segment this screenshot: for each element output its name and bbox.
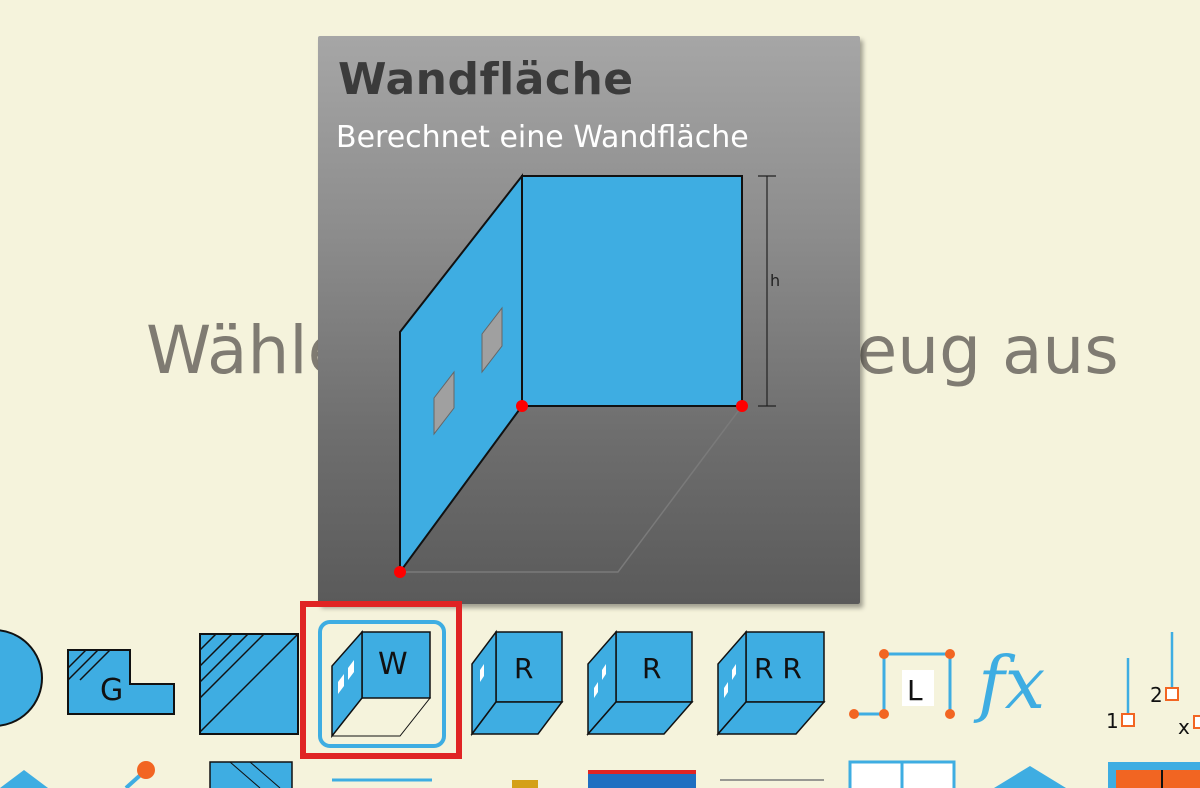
svg-text:1: 1 <box>1106 709 1119 733</box>
toolbar-row-2 <box>0 760 1200 788</box>
g-label: G <box>100 673 123 708</box>
room-windows-cube-icon: R <box>586 630 694 736</box>
two-rooms-tool[interactable]: R R <box>716 630 828 740</box>
height-label: h <box>770 271 780 290</box>
numbered-points-icon: 1 2 x <box>1106 632 1200 739</box>
triangle-tool-icon <box>0 770 48 788</box>
back-wall <box>521 175 743 407</box>
wall-area-illustration: h <box>394 173 780 578</box>
wall-icon: W <box>318 620 446 748</box>
room-windows-tool[interactable]: R <box>586 630 696 740</box>
room-tool[interactable]: R <box>470 629 566 740</box>
l-length-icon: L <box>849 649 955 719</box>
w-label: W <box>378 647 408 682</box>
r-label: R <box>642 652 661 685</box>
wall-area-tool[interactable]: W <box>318 620 446 748</box>
numbered-points-tool[interactable]: 1 2 x <box>1102 630 1200 740</box>
stairs-tool-icon <box>209 761 293 788</box>
l-length-tool[interactable]: L <box>846 646 960 722</box>
yellow-tool-icon <box>512 780 538 788</box>
hatched-area-tool[interactable] <box>198 632 300 736</box>
tool-tooltip: Wandfläche Berechnet eine Wandfläche h <box>318 36 860 604</box>
fx-label: fx <box>973 641 1045 725</box>
hatched-square-icon <box>199 633 299 735</box>
circle-area-tool[interactable] <box>0 624 50 727</box>
svg-text:2: 2 <box>1150 683 1163 707</box>
two-rooms-cube-icon: R R <box>716 630 826 736</box>
side-wall <box>399 173 523 576</box>
corner-point <box>394 566 406 578</box>
g-shape-tool[interactable]: G <box>66 648 178 718</box>
g-shape-icon: G <box>67 649 175 715</box>
fx-icon: fx <box>973 641 1045 725</box>
r-label: R <box>514 652 533 685</box>
roof-tool-icon <box>994 766 1066 788</box>
svg-text:x: x <box>1178 715 1190 739</box>
room-cube-icon: R <box>470 629 564 737</box>
corner-point <box>516 400 528 412</box>
l-label: L <box>907 674 923 707</box>
circle-icon <box>0 629 43 727</box>
formula-tool[interactable]: fx <box>973 640 1088 736</box>
rr-label: R R <box>754 652 802 685</box>
corner-point <box>736 400 748 412</box>
